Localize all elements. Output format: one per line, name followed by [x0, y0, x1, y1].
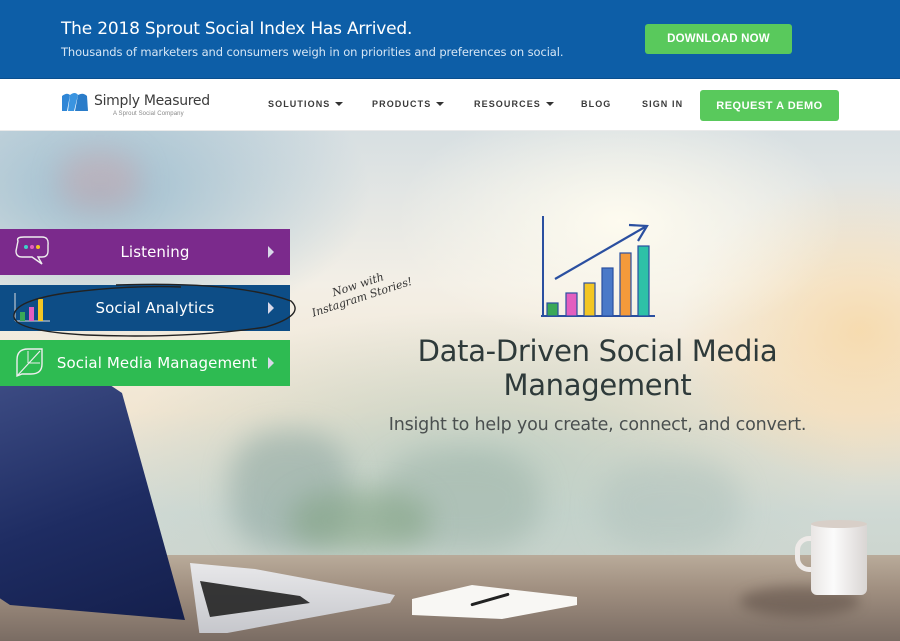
announcement-banner: The 2018 Sprout Social Index Has Arrived…: [0, 0, 900, 79]
instagram-stories-annotation: Now with Instagram Stories!: [299, 260, 421, 322]
nav-blog-label: BLOG: [581, 99, 612, 109]
caret-down-icon: [545, 102, 554, 106]
logo[interactable]: Simply Measured A Sprout Social Company: [61, 92, 210, 117]
banner-subtitle: Thousands of marketers and consumers wei…: [61, 45, 564, 59]
nav-products-label: PRODUCTS: [372, 99, 432, 109]
tab-listening-label: Listening: [120, 243, 190, 261]
caret-down-icon: [335, 102, 344, 106]
nav-blog[interactable]: BLOG: [581, 99, 611, 109]
illustration-bar: [619, 252, 632, 317]
background-blur: [290, 491, 430, 551]
coffee-mug: [811, 523, 867, 595]
request-demo-button[interactable]: REQUEST A DEMO: [700, 90, 839, 121]
nav-sign-in-label: SIGN IN: [642, 99, 684, 109]
main-nav: Simply Measured A Sprout Social Company …: [0, 80, 900, 131]
laptop-lid: [0, 385, 185, 620]
tab-social-media-management[interactable]: Social Media Management: [0, 340, 290, 386]
tab-social-analytics-label: Social Analytics: [95, 299, 215, 317]
tab-social-analytics[interactable]: Social Analytics: [0, 285, 290, 331]
banner-title: The 2018 Sprout Social Index Has Arrived…: [61, 19, 413, 39]
download-now-button[interactable]: DOWNLOAD NOW: [645, 24, 792, 54]
nav-sign-in[interactable]: SIGN IN: [642, 99, 683, 109]
caret-down-icon: [436, 102, 445, 106]
illustration-bar: [601, 267, 614, 317]
tab-smm-label: Social Media Management: [56, 354, 258, 372]
nav-solutions-label: SOLUTIONS: [268, 99, 331, 109]
logo-name: Simply Measured: [94, 93, 210, 109]
chevron-right-icon: [268, 357, 274, 369]
nav-resources[interactable]: RESOURCES: [474, 99, 554, 109]
hero-section: Listening Social Analytics Social Media …: [0, 131, 900, 641]
background-blur: [600, 461, 740, 551]
simply-measured-logo-icon: [62, 93, 88, 111]
nav-solutions[interactable]: SOLUTIONS: [268, 99, 344, 109]
tab-listening[interactable]: Listening: [0, 229, 290, 275]
illustration-bar: [637, 245, 650, 317]
illustration-bar: [546, 302, 559, 317]
background-blur: [60, 151, 140, 211]
mug-rim: [811, 520, 867, 528]
hero-subtitle: Insight to help you create, connect, and…: [388, 415, 807, 435]
chevron-right-icon: [268, 302, 274, 314]
logo-tagline: A Sprout Social Company: [113, 111, 184, 117]
chevron-right-icon: [268, 246, 274, 258]
nav-resources-label: RESOURCES: [474, 99, 541, 109]
illustration-bar: [583, 282, 596, 317]
illustration-bar: [565, 292, 578, 317]
hero-title: Data-Driven Social Media Management: [417, 334, 778, 402]
growth-chart-illustration: [541, 216, 655, 317]
nav-products[interactable]: PRODUCTS: [372, 99, 445, 109]
